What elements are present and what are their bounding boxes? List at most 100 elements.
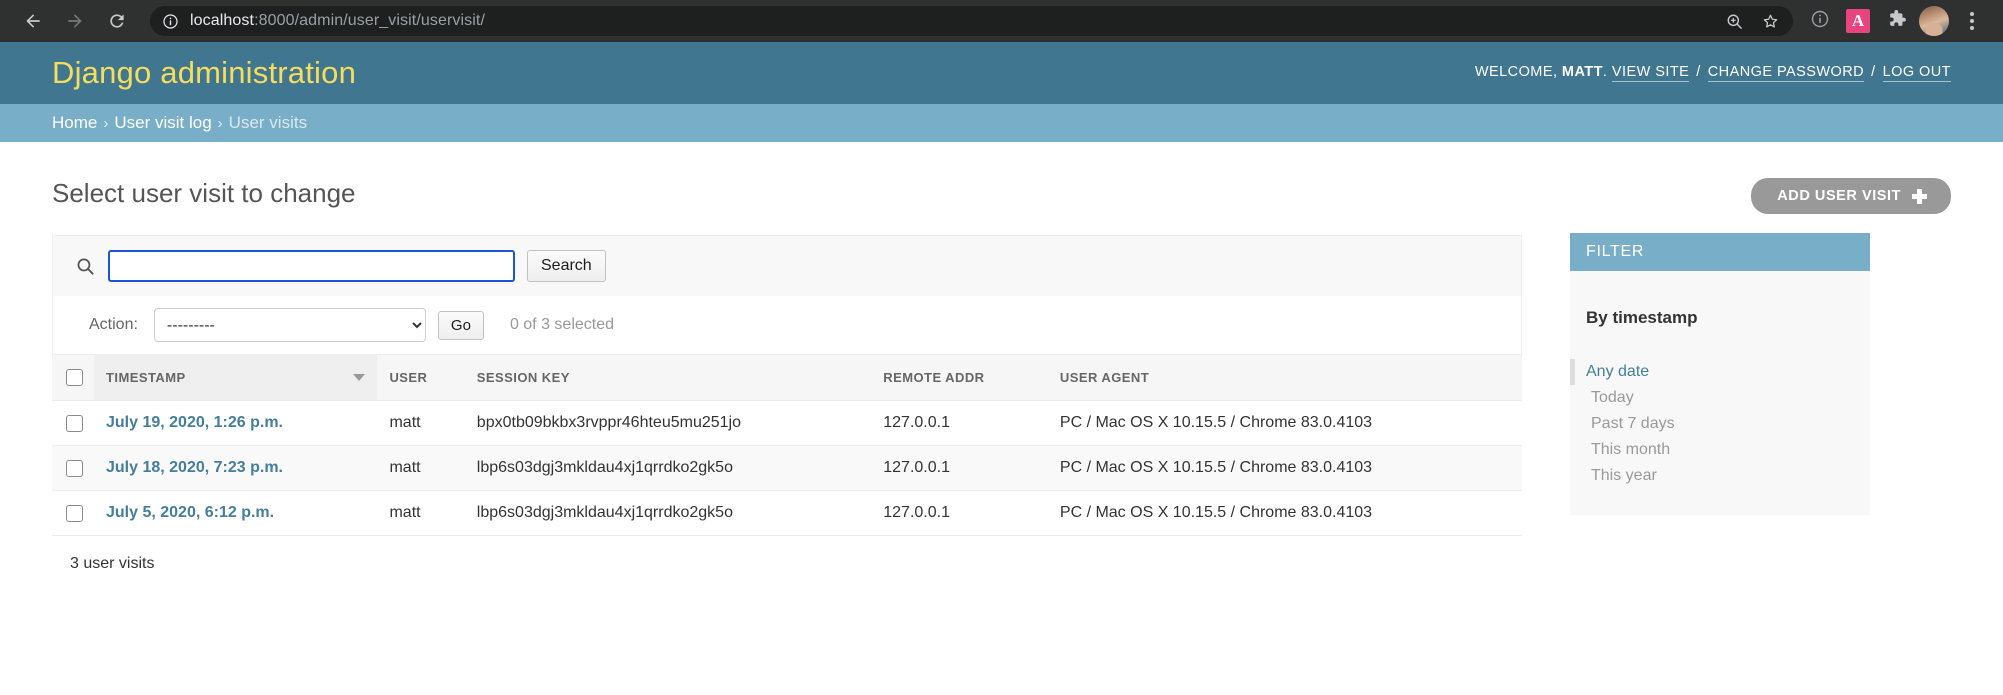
- extension-a-icon: A: [1846, 9, 1870, 33]
- arrow-left-icon: [23, 11, 43, 31]
- username-text: matt: [1561, 64, 1603, 80]
- cell-user: matt: [377, 445, 465, 492]
- info-circle-icon[interactable]: [162, 13, 179, 30]
- main-column: Select user visit to change Search Actio…: [52, 142, 1522, 593]
- url-text: localhost:8000/admin/user_visit/uservisi…: [190, 12, 485, 30]
- column-header-user[interactable]: User: [377, 354, 465, 402]
- selection-counter: 0 of 3 selected: [509, 316, 615, 334]
- reload-icon: [107, 11, 127, 31]
- url-path: :8000/admin/user_visit/uservisit/: [254, 12, 486, 29]
- cell-session-key: bpx0tb09bkbx3rvppr46hteu5mu251jo: [464, 400, 872, 447]
- changelist-module: Search Action: --------- Go 0 of 3 selec…: [52, 235, 1522, 593]
- cell-user: matt: [377, 400, 465, 447]
- filter-title: Filter: [1570, 233, 1870, 271]
- reload-button[interactable]: [98, 2, 136, 40]
- result-count: 3 user visits: [52, 536, 1522, 593]
- star-icon[interactable]: [1753, 4, 1787, 38]
- breadcrumb-user-visit-log[interactable]: User visit log: [114, 113, 211, 133]
- welcome-text: Welcome,: [1474, 64, 1558, 80]
- change-password-link[interactable]: Change password: [1707, 64, 1865, 82]
- view-site-link[interactable]: View site: [1611, 64, 1690, 82]
- filter-option-past-7-days[interactable]: Past 7 days: [1570, 411, 1870, 437]
- cell-session-key: lbp6s03dgj3mkldau4xj1qrrdko2gk5o: [464, 445, 872, 492]
- filter-link[interactable]: Any date: [1586, 363, 1649, 380]
- column-header-timestamp[interactable]: Timestamp: [94, 354, 378, 402]
- user-tools: Welcome, matt. View site / Change passwo…: [1475, 64, 1951, 82]
- filter-option-today[interactable]: Today: [1570, 385, 1870, 411]
- row-checkbox[interactable]: [66, 504, 83, 522]
- row-link-timestamp[interactable]: July 19, 2020, 1:26 p.m.: [106, 414, 283, 431]
- breadcrumb-current: User visits: [228, 113, 308, 132]
- add-user-visit-button[interactable]: Add user visit: [1751, 178, 1951, 214]
- address-bar[interactable]: localhost:8000/admin/user_visit/uservisi…: [150, 6, 1793, 36]
- row-select-cell: [52, 490, 94, 537]
- search-button[interactable]: Search: [527, 250, 606, 283]
- cell-remote-addr: 127.0.0.1: [871, 445, 1048, 492]
- usertools-separator-1: /: [1696, 64, 1701, 80]
- cell-session-key: lbp6s03dgj3mkldau4xj1qrrdko2gk5o: [464, 490, 872, 537]
- log-out-link[interactable]: Log out: [1882, 64, 1951, 82]
- action-bar: Action: --------- Go 0 of 3 selected: [52, 296, 1522, 355]
- filter-link[interactable]: Past 7 days: [1591, 415, 1675, 432]
- filter-option-any-date[interactable]: Any date: [1570, 359, 1870, 385]
- cell-timestamp: July 18, 2020, 7:23 p.m.: [94, 445, 378, 492]
- back-button[interactable]: [14, 2, 52, 40]
- omnibox-actions: [1717, 4, 1787, 38]
- extension-badge-button[interactable]: A: [1841, 4, 1875, 38]
- user-avatar: [1919, 6, 1949, 36]
- extensions-button[interactable]: [1879, 4, 1913, 38]
- column-select-all: [52, 354, 94, 402]
- cell-remote-addr: 127.0.0.1: [871, 400, 1048, 447]
- breadcrumb-separator-1: ›: [103, 114, 109, 132]
- search-input[interactable]: [108, 250, 515, 283]
- table-row: July 18, 2020, 7:23 p.m. matt lbp6s03dgj…: [52, 445, 1522, 492]
- filter-option-this-month[interactable]: This month: [1570, 437, 1870, 463]
- sort-descending-icon[interactable]: [327, 374, 366, 382]
- filter-link[interactable]: This year: [1591, 467, 1657, 484]
- add-button-label: Add user visit: [1777, 188, 1901, 204]
- site-branding[interactable]: Django administration: [52, 55, 356, 91]
- row-select-cell: [52, 445, 94, 492]
- go-button[interactable]: Go: [437, 310, 484, 341]
- filter-link[interactable]: Today: [1591, 389, 1634, 406]
- cell-user: matt: [377, 490, 465, 537]
- column-header-remote-addr[interactable]: Remote addr: [871, 354, 1048, 402]
- browser-menu-button[interactable]: [1955, 4, 1989, 38]
- cell-timestamp: July 19, 2020, 1:26 p.m.: [94, 400, 378, 447]
- column-header-session-key[interactable]: Session key: [464, 354, 872, 402]
- search-bar: Search: [52, 235, 1522, 297]
- column-header-user-agent[interactable]: User agent: [1047, 354, 1522, 402]
- info-circle-icon: [1810, 9, 1830, 34]
- browser-toolbar: localhost:8000/admin/user_visit/uservisi…: [0, 0, 2003, 42]
- filter-group-title: By timestamp: [1586, 308, 1698, 327]
- breadcrumb: Home › User visit log › User visits: [0, 104, 2003, 142]
- search-magnifier-icon: [75, 256, 96, 277]
- select-all-checkbox[interactable]: [66, 369, 83, 387]
- forward-button[interactable]: [56, 2, 94, 40]
- table-row: July 19, 2020, 1:26 p.m. matt bpx0tb09bk…: [52, 400, 1522, 447]
- url-host: localhost: [190, 12, 255, 29]
- row-link-timestamp[interactable]: July 5, 2020, 6:12 p.m.: [106, 504, 274, 521]
- row-checkbox[interactable]: [66, 459, 83, 477]
- filter-option-this-year[interactable]: This year: [1570, 463, 1870, 489]
- action-label: Action:: [89, 316, 138, 334]
- zoom-magnifier-icon[interactable]: [1717, 4, 1751, 38]
- row-link-timestamp[interactable]: July 18, 2020, 7:23 p.m.: [106, 459, 283, 476]
- breadcrumb-home[interactable]: Home: [52, 113, 97, 133]
- plus-icon: [1912, 188, 1927, 204]
- cell-user-agent: PC / Mac OS X 10.15.5 / Chrome 83.0.4103: [1047, 490, 1522, 537]
- cell-user-agent: PC / Mac OS X 10.15.5 / Chrome 83.0.4103: [1047, 445, 1522, 492]
- filter-link[interactable]: This month: [1591, 441, 1670, 458]
- action-select[interactable]: ---------: [153, 308, 426, 343]
- table-row: July 5, 2020, 6:12 p.m. matt lbp6s03dgj3…: [52, 490, 1522, 537]
- page-info-button[interactable]: [1803, 4, 1837, 38]
- filter-options: Any date Today Past 7 days This month Th…: [1570, 353, 1870, 489]
- usertools-separator-2: /: [1871, 64, 1876, 80]
- row-checkbox[interactable]: [66, 414, 83, 432]
- cell-user-agent: PC / Mac OS X 10.15.5 / Chrome 83.0.4103: [1047, 400, 1522, 447]
- arrow-right-icon: [65, 11, 85, 31]
- profile-button[interactable]: [1917, 4, 1951, 38]
- puzzle-piece-icon: [1886, 8, 1907, 34]
- table-header-row: Timestamp User Session key Remote addr U…: [52, 354, 1522, 402]
- welcome-period: .: [1602, 64, 1608, 80]
